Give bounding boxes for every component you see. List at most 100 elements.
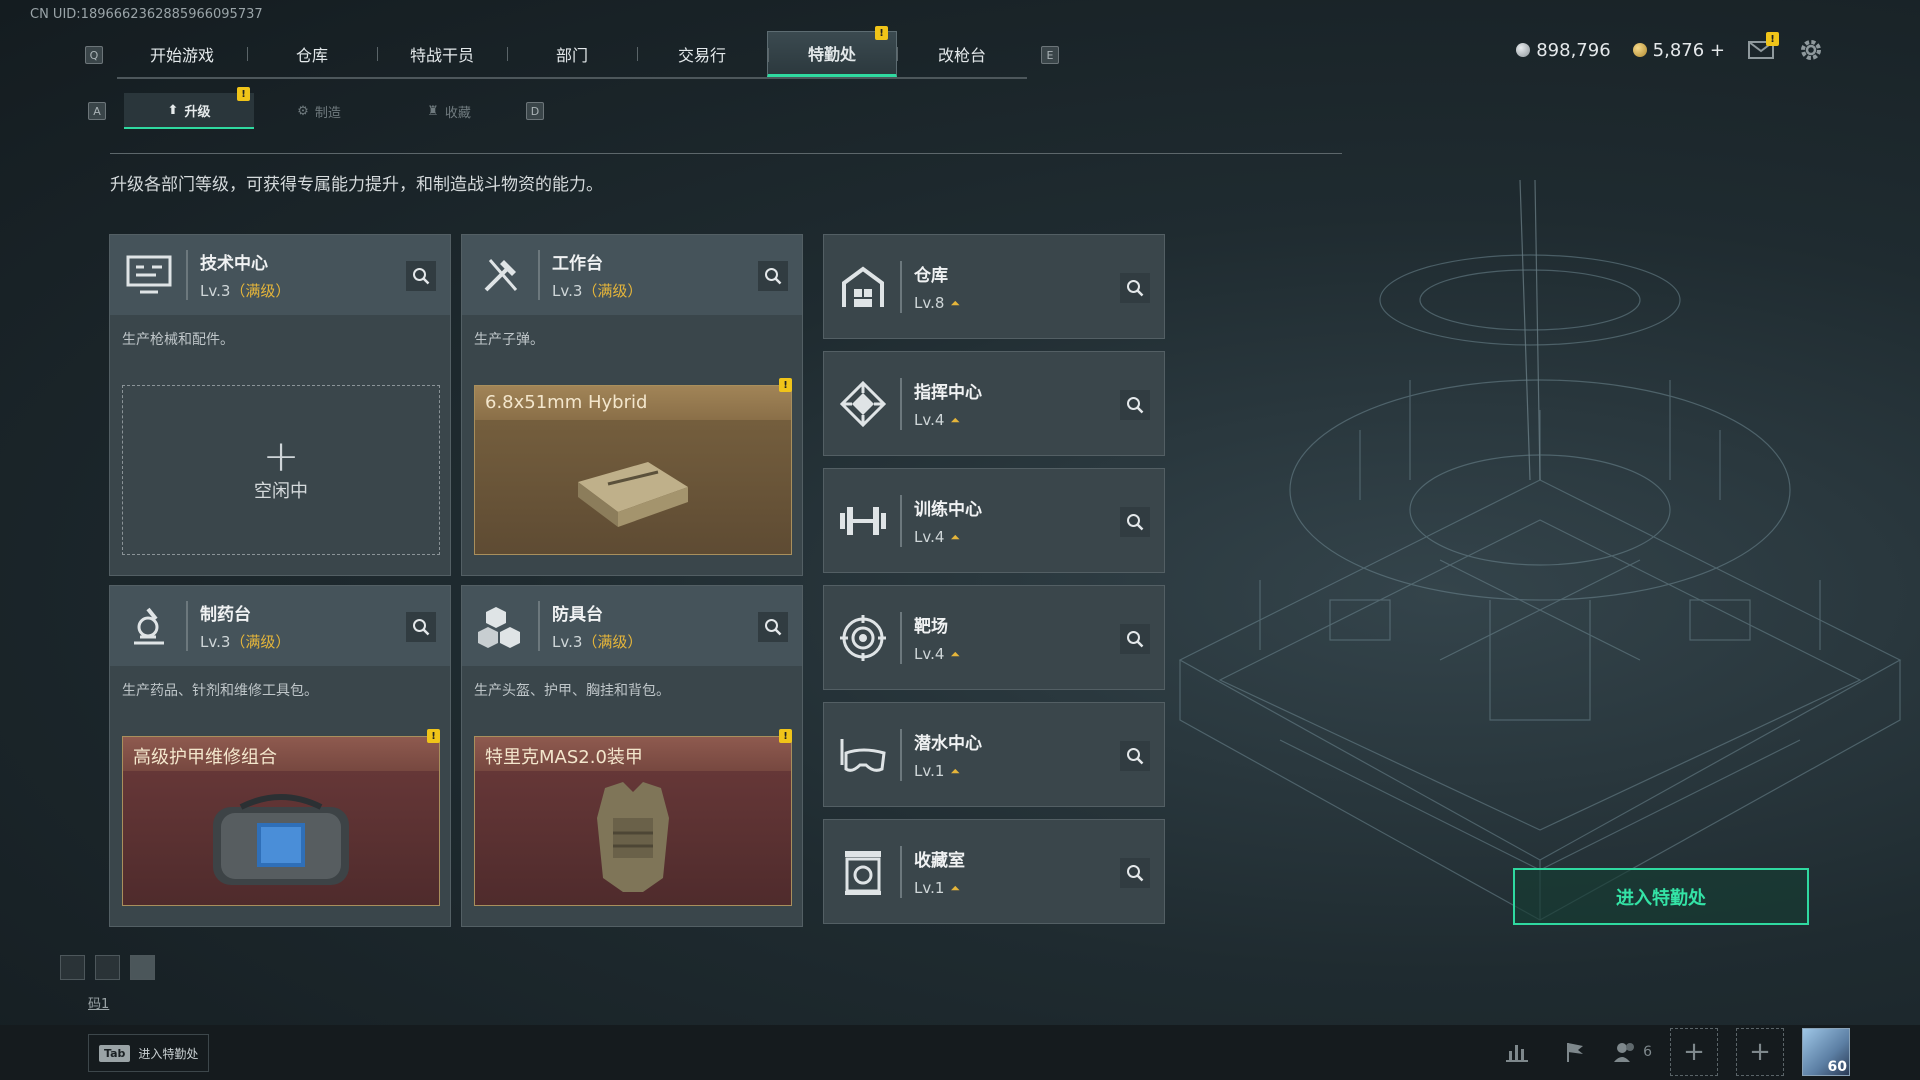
code-label[interactable]: 码1 bbox=[88, 993, 109, 1012]
search-button[interactable] bbox=[406, 612, 436, 642]
tab-warehouse[interactable]: 仓库 bbox=[247, 31, 377, 77]
department-card-warehouse[interactable]: 仓库 Lv.8 ⏶ bbox=[823, 234, 1165, 339]
workshop-level: Lv.3（满级） bbox=[200, 631, 290, 652]
tab-special-ops-label: 特勤处 bbox=[807, 45, 856, 64]
tab-departments[interactable]: 部门 bbox=[507, 31, 637, 77]
body-armor-image bbox=[475, 771, 791, 905]
subtab-collection[interactable]: ♜ 收藏 bbox=[384, 93, 514, 129]
workshop-card-pharmacy[interactable]: 制药台 Lv.3（满级） 生产药品、针剂和维修工具包。 高级护甲维修组合 ! bbox=[109, 585, 451, 927]
nav-prev-key[interactable]: Q bbox=[85, 46, 103, 64]
dumbbell-icon bbox=[838, 496, 888, 546]
mail-button[interactable]: ! bbox=[1747, 32, 1779, 64]
department-level: Lv.1 ⏶ bbox=[914, 762, 982, 780]
add-party-slot-button[interactable]: + bbox=[1736, 1028, 1784, 1076]
tab-hint[interactable]: Tab 进入特勤处 bbox=[88, 1034, 210, 1072]
level-value: Lv.3 bbox=[200, 282, 231, 300]
department-card-diving-center[interactable]: 潜水中心 Lv.1 ⏶ bbox=[823, 702, 1165, 807]
department-card-training-center[interactable]: 训练中心 Lv.4 ⏶ bbox=[823, 468, 1165, 573]
level-value: Lv.3 bbox=[552, 633, 583, 651]
section-divider bbox=[110, 153, 1342, 154]
header-separator bbox=[186, 250, 188, 300]
search-icon bbox=[1127, 748, 1144, 765]
subtab-upgrade-label: 升级 bbox=[184, 104, 211, 120]
search-icon bbox=[1127, 514, 1144, 531]
silver-currency[interactable]: 898,796 bbox=[1516, 40, 1611, 61]
tab-start-game[interactable]: 开始游戏 bbox=[117, 31, 247, 77]
subnav-next-key[interactable]: D bbox=[526, 102, 544, 120]
subtab-upgrade[interactable]: ⬆ 升级 ! bbox=[124, 87, 254, 129]
nav-next-key[interactable]: E bbox=[1041, 46, 1059, 64]
settings-button[interactable] bbox=[1797, 36, 1825, 64]
workshop-description: 生产头盔、护甲、胸挂和背包。 bbox=[474, 683, 670, 699]
stats-button[interactable] bbox=[1497, 1032, 1537, 1072]
production-slot-empty[interactable]: + 空闲中 bbox=[122, 385, 440, 555]
add-party-slot-button[interactable]: + bbox=[1670, 1028, 1718, 1076]
gold-amount: 5,876 + bbox=[1652, 39, 1725, 61]
target-icon bbox=[838, 613, 888, 663]
search-button[interactable] bbox=[1120, 624, 1150, 654]
search-button[interactable] bbox=[1120, 273, 1150, 303]
workshop-card-armor-bench[interactable]: 防具台 Lv.3（满级） 生产头盔、护甲、胸挂和背包。 特里克MAS2.0装甲 … bbox=[461, 585, 803, 927]
flag-button[interactable] bbox=[1555, 1032, 1595, 1072]
workshop-description: 生产药品、针剂和维修工具包。 bbox=[122, 683, 318, 699]
department-card-collection-room[interactable]: 收藏室 Lv.1 ⏶ bbox=[823, 819, 1165, 924]
collection-icon bbox=[838, 847, 888, 897]
enter-special-ops-button[interactable]: 进入特勤处 bbox=[1513, 868, 1809, 925]
search-button[interactable] bbox=[758, 261, 788, 291]
level-value: Lv.3 bbox=[200, 633, 231, 651]
search-icon bbox=[765, 268, 782, 285]
sub-navigation: A ⬆ 升级 ! ⚙ 制造 ♜ 收藏 D bbox=[88, 87, 544, 129]
search-button[interactable] bbox=[1120, 390, 1150, 420]
card-header: 防具台 Lv.3（满级） bbox=[462, 586, 802, 666]
level-value: Lv.4 bbox=[914, 411, 945, 429]
subtab-craft[interactable]: ⚙ 制造 bbox=[254, 93, 384, 129]
view-mode-1-icon[interactable] bbox=[60, 955, 85, 980]
search-icon bbox=[413, 268, 430, 285]
player-avatar[interactable]: 60 bbox=[1802, 1028, 1850, 1076]
search-button[interactable] bbox=[758, 612, 788, 642]
department-card-command-center[interactable]: 指挥中心 Lv.4 ⏶ bbox=[823, 351, 1165, 456]
tab-trading[interactable]: 交易行 bbox=[637, 31, 767, 77]
subtab-collection-label: 收藏 bbox=[444, 105, 471, 121]
tab-gunsmith[interactable]: 改枪台 bbox=[897, 31, 1027, 77]
search-button[interactable] bbox=[1120, 507, 1150, 537]
level-value: Lv.1 bbox=[914, 762, 945, 780]
level-value: Lv.3 bbox=[552, 282, 583, 300]
department-card-shooting-range[interactable]: 靶场 Lv.4 ⏶ bbox=[823, 585, 1165, 690]
subnav-prev-key[interactable]: A bbox=[88, 102, 106, 120]
tab-special-ops[interactable]: 特勤处 ! bbox=[767, 26, 897, 77]
max-level-tag: （满级） bbox=[582, 282, 643, 300]
tab-alert-badge: ! bbox=[875, 26, 888, 40]
production-slot-item[interactable]: 高级护甲维修组合 ! bbox=[122, 729, 440, 906]
silver-coin-icon bbox=[1516, 43, 1531, 57]
card-separator bbox=[900, 728, 902, 781]
department-name: 仓库 bbox=[914, 266, 948, 286]
microscope-icon bbox=[124, 601, 174, 651]
workshop-name: 防具台 bbox=[552, 605, 603, 625]
search-button[interactable] bbox=[406, 261, 436, 291]
production-slot-item[interactable]: 6.8x51mm Hybrid ! bbox=[474, 378, 792, 555]
card-separator bbox=[900, 611, 902, 664]
upgrade-chevron-icon: ⏶ bbox=[950, 412, 960, 427]
card-separator bbox=[900, 494, 902, 547]
friends-button[interactable]: 6 bbox=[1613, 1032, 1652, 1072]
search-button[interactable] bbox=[1120, 741, 1150, 771]
slot-alert-badge: ! bbox=[779, 729, 792, 743]
workshop-card-workbench[interactable]: 工作台 Lv.3（满级） 生产子弹。 6.8x51mm Hybrid ! bbox=[461, 234, 803, 576]
view-mode-3-icon[interactable] bbox=[130, 955, 155, 980]
search-icon bbox=[1127, 397, 1144, 414]
search-icon bbox=[1127, 865, 1144, 882]
workshop-description: 生产枪械和配件。 bbox=[122, 332, 234, 348]
workshop-level: Lv.3（满级） bbox=[552, 631, 642, 652]
monitor-icon bbox=[124, 250, 174, 300]
workshop-card-tech-center[interactable]: 技术中心 Lv.3（满级） 生产枪械和配件。 + 空闲中 bbox=[109, 234, 451, 576]
mail-badge: ! bbox=[1766, 32, 1779, 46]
tab-operators[interactable]: 特战干员 bbox=[377, 31, 507, 77]
gold-currency[interactable]: 5,876 + bbox=[1632, 39, 1725, 61]
department-name: 指挥中心 bbox=[914, 383, 982, 403]
view-mode-2-icon[interactable] bbox=[95, 955, 120, 980]
production-slot-item[interactable]: 特里克MAS2.0装甲 ! bbox=[474, 729, 792, 906]
upgrade-icon: ⬆ bbox=[167, 102, 179, 118]
plus-icon: + bbox=[1749, 1037, 1771, 1067]
search-button[interactable] bbox=[1120, 858, 1150, 888]
